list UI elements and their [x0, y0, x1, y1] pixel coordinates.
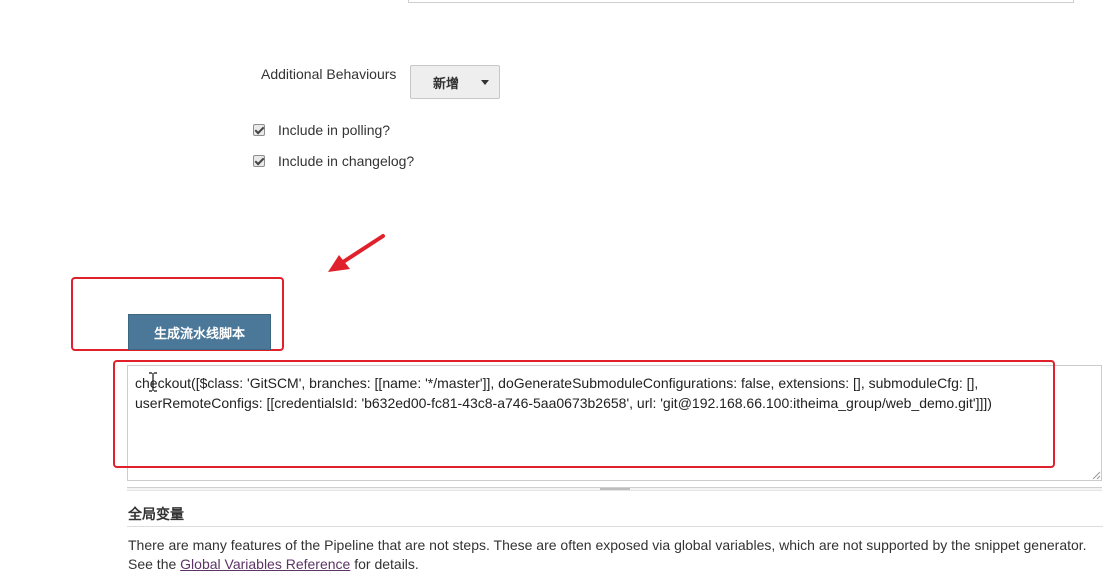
divider [127, 526, 1103, 527]
description-suffix: for details. [350, 556, 419, 572]
global-variables-reference-link[interactable]: Global Variables Reference [180, 556, 350, 572]
resize-grip-icon[interactable] [1091, 470, 1101, 480]
include-changelog-label: Include in changelog? [278, 153, 415, 169]
previous-input-field[interactable] [408, 0, 1074, 3]
generate-pipeline-script-button[interactable]: 生成流水线脚本 [128, 314, 271, 350]
script-highlight [113, 360, 1055, 468]
global-variables-description: There are many features of the Pipeline … [128, 536, 1088, 574]
include-polling-row[interactable]: Include in polling? [253, 122, 390, 138]
include-changelog-row[interactable]: Include in changelog? [253, 153, 414, 169]
global-variables-heading: 全局变量 [128, 506, 184, 522]
splitter-handle[interactable] [600, 488, 630, 490]
add-behaviour-label: 新增 [433, 75, 460, 91]
include-changelog-checkbox[interactable] [253, 155, 265, 167]
include-polling-label: Include in polling? [278, 122, 391, 138]
additional-behaviours-label: Additional Behaviours [261, 66, 397, 82]
caret-down-icon [481, 79, 490, 85]
include-polling-checkbox[interactable] [253, 124, 265, 136]
add-behaviour-dropdown[interactable]: 新增 [410, 65, 500, 99]
red-arrow-icon [328, 234, 385, 272]
ibeam-cursor-icon [149, 372, 157, 392]
